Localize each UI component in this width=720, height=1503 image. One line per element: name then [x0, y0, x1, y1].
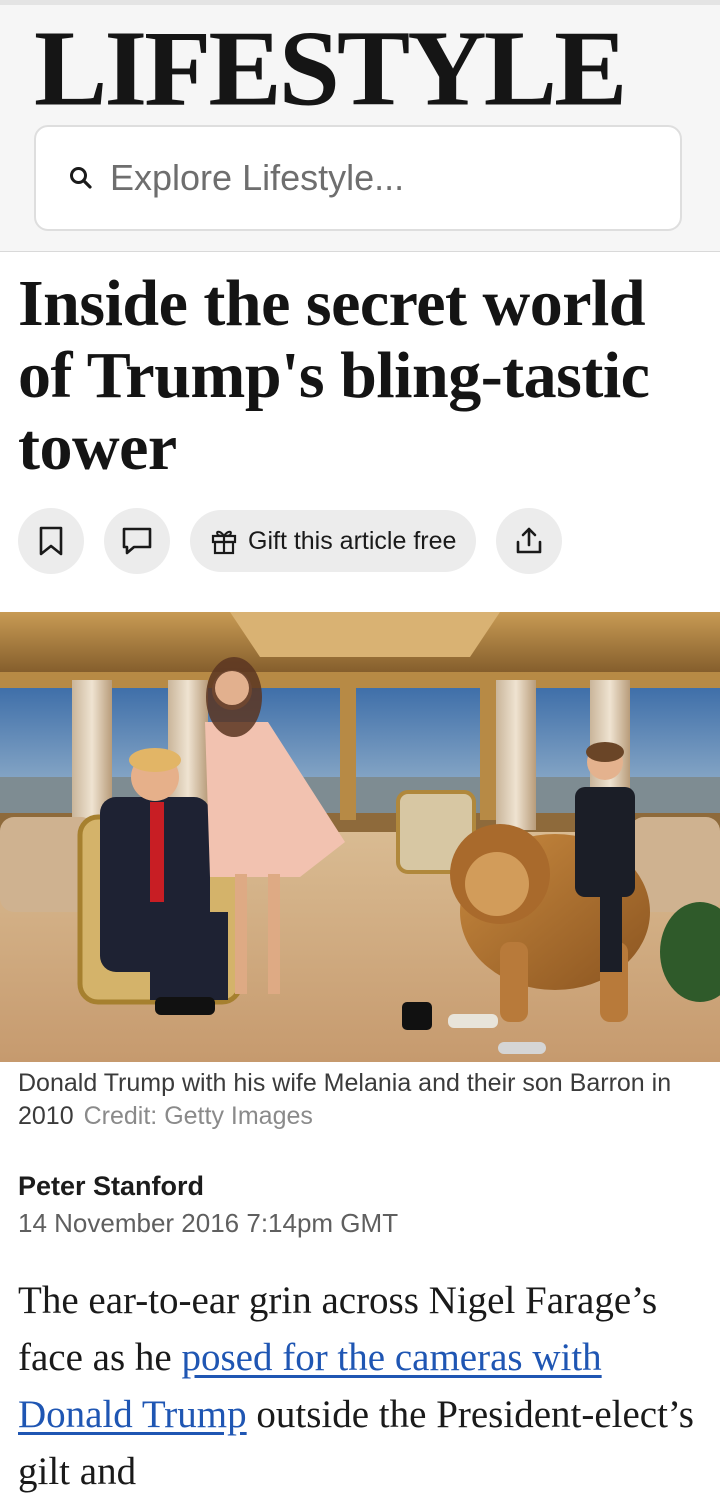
article-hero-image — [0, 612, 720, 1062]
bookmark-icon — [39, 526, 63, 556]
bookmark-button[interactable] — [18, 508, 84, 574]
search-input[interactable] — [108, 156, 672, 200]
section-title[interactable]: LIFESTYLE — [34, 14, 627, 122]
article-body-paragraph: The ear-to-ear grin across Nigel Farage’… — [18, 1272, 708, 1500]
comment-icon — [122, 527, 152, 555]
comments-button[interactable] — [104, 508, 170, 574]
gift-icon — [210, 527, 238, 555]
author-name[interactable]: Peter Stanford — [18, 1168, 398, 1204]
byline: Peter Stanford 14 November 2016 7:14pm G… — [18, 1168, 398, 1240]
gift-article-label: Gift this article free — [248, 526, 457, 555]
gift-article-button[interactable]: Gift this article free — [190, 510, 477, 572]
share-icon — [517, 527, 542, 554]
search-icon[interactable] — [68, 165, 94, 191]
image-credit: Credit: Getty Images — [83, 1102, 313, 1130]
article-headline: Inside the secret world of Trump's bling… — [18, 267, 650, 484]
share-button[interactable] — [496, 508, 563, 574]
image-caption: Donald Trump with his wife Melania and t… — [18, 1067, 708, 1133]
search-box[interactable] — [34, 125, 682, 231]
article-actions: Gift this article free — [18, 508, 563, 574]
section-header: LIFESTYLE — [0, 5, 720, 252]
publish-date: 14 November 2016 7:14pm GMT — [18, 1208, 399, 1238]
